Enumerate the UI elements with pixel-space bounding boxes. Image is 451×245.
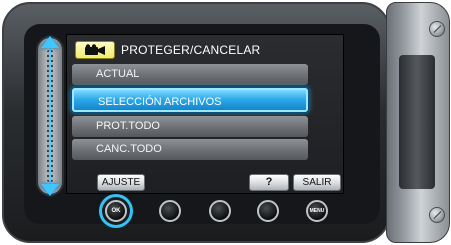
ajuste-button[interactable]: AJUSTE bbox=[97, 174, 145, 191]
ok-button[interactable]: OK bbox=[105, 200, 127, 222]
hardware-button-2[interactable] bbox=[159, 200, 181, 222]
screw-icon bbox=[429, 207, 445, 223]
arrow-down-icon[interactable] bbox=[41, 184, 59, 196]
hinge-panel bbox=[399, 55, 435, 189]
menu-header: PROTEGER/CANCELAR bbox=[75, 40, 260, 60]
screw-icon bbox=[429, 21, 445, 37]
touch-slider[interactable] bbox=[36, 36, 64, 196]
menu-title: PROTEGER/CANCELAR bbox=[121, 43, 261, 57]
movie-camera-icon bbox=[75, 41, 115, 59]
arrow-up-icon[interactable] bbox=[41, 36, 59, 48]
menu-item-canc-todo[interactable]: CANC.TODO bbox=[72, 139, 308, 160]
menu-item-prot-todo[interactable]: PROT.TODO bbox=[72, 116, 308, 137]
menu-item-seleccion-archivos[interactable]: SELECCIÓN ARCHIVOS bbox=[72, 88, 308, 112]
salir-button[interactable]: SALIR bbox=[293, 174, 341, 191]
lcd-hinge bbox=[386, 2, 450, 243]
menu-button[interactable]: MENU bbox=[306, 200, 328, 222]
lcd-screen: PROTEGER/CANCELAR ACTUAL SELECCIÓN ARCHI… bbox=[66, 34, 344, 194]
hardware-button-3[interactable] bbox=[209, 200, 231, 222]
slider-indicator-bar bbox=[49, 48, 51, 184]
menu-item-actual[interactable]: ACTUAL bbox=[72, 64, 308, 85]
menu-list: ACTUAL SELECCIÓN ARCHIVOS PROT.TODO CANC… bbox=[72, 64, 308, 162]
hardware-button-4[interactable] bbox=[257, 200, 279, 222]
help-button[interactable]: ? bbox=[249, 174, 289, 191]
